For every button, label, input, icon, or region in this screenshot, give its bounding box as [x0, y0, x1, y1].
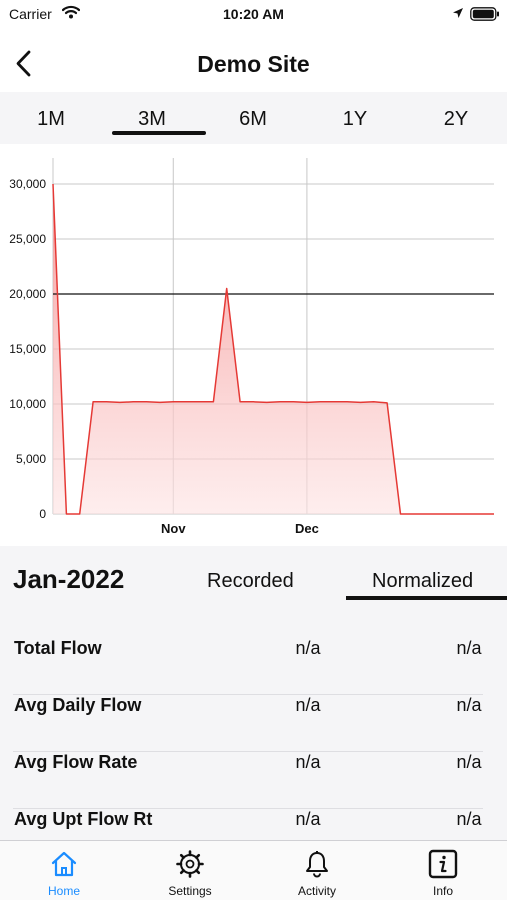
navigation-bar: Demo Site	[0, 36, 507, 92]
tabbar-activity[interactable]: Activity	[267, 841, 367, 900]
tab-recorded[interactable]: Recorded	[207, 570, 294, 593]
tab-2y[interactable]: 2Y	[416, 108, 496, 131]
y-tick-label: 25,000	[9, 232, 46, 246]
tabbar-label: Settings	[168, 884, 212, 898]
tab-6m[interactable]: 6M	[213, 108, 293, 131]
page-title: Demo Site	[197, 51, 310, 77]
y-tick-label: 20,000	[9, 287, 46, 301]
y-tick-label: 0	[39, 507, 46, 521]
home-icon	[51, 851, 77, 877]
stat-recorded-value: n/a	[295, 695, 321, 715]
stat-label: Total Flow	[14, 638, 102, 658]
stat-normalized-value: n/a	[456, 695, 482, 715]
bell-icon	[306, 851, 328, 878]
tabbar-settings[interactable]: Settings	[140, 841, 240, 900]
selected-mode-indicator	[346, 596, 507, 600]
stat-label: Avg Flow Rate	[14, 752, 138, 772]
tabbar-home[interactable]: Home	[14, 841, 114, 900]
stat-recorded-value: n/a	[295, 752, 321, 772]
status-bar: Carrier 10:20 AM	[0, 0, 507, 28]
tabbar-label: Info	[432, 884, 453, 898]
stat-normalized-value: n/a	[456, 638, 482, 658]
bottom-tab-bar: Home Settings Activity Info	[0, 840, 507, 900]
y-tick-label: 15,000	[9, 342, 46, 356]
y-tick-label: 5,000	[16, 452, 46, 466]
x-tick-label: Dec	[295, 521, 319, 536]
tabbar-label: Home	[47, 884, 80, 898]
chart-svg: 0 5,000 10,000 15,000 20,000 25,000 30,000 Nov…	[9, 158, 494, 536]
tab-3m[interactable]: 3M	[112, 108, 192, 131]
period-label: Jan-2022	[13, 564, 125, 594]
selected-range-indicator	[112, 131, 206, 135]
tabbar-label: Activity	[297, 884, 336, 898]
tab-1m[interactable]: 1M	[11, 108, 91, 131]
tabbar-info[interactable]: Info	[393, 841, 493, 900]
stat-normalized-value: n/a	[456, 809, 482, 829]
status-time: 10:20 AM	[223, 6, 284, 22]
y-tick-label: 30,000	[9, 177, 46, 191]
stat-row-total-flow: Total Flow n/a n/a	[13, 638, 483, 695]
battery-icon	[470, 7, 500, 24]
stat-row-avg-daily-flow: Avg Daily Flow n/a n/a	[13, 695, 483, 752]
x-tick-label: Nov	[161, 521, 186, 536]
range-tab-bar: 1M 3M 6M 1Y 2Y	[0, 92, 507, 144]
stat-recorded-value: n/a	[295, 638, 321, 658]
stat-label: Avg Daily Flow	[14, 695, 142, 715]
tab-normalized[interactable]: Normalized	[372, 570, 473, 593]
location-arrow-icon	[452, 6, 464, 22]
info-icon	[428, 849, 458, 879]
stat-normalized-value: n/a	[456, 752, 482, 772]
flow-chart[interactable]: 0 5,000 10,000 15,000 20,000 25,000 30,000 Nov…	[0, 144, 507, 546]
stat-row-avg-flow-rate: Avg Flow Rate n/a n/a	[13, 752, 483, 809]
y-tick-label: 10,000	[9, 397, 46, 411]
stat-label: Avg Upt Flow Rt	[14, 809, 153, 829]
stat-recorded-value: n/a	[295, 809, 321, 829]
tab-1y[interactable]: 1Y	[315, 108, 395, 131]
gear-icon	[176, 850, 204, 878]
